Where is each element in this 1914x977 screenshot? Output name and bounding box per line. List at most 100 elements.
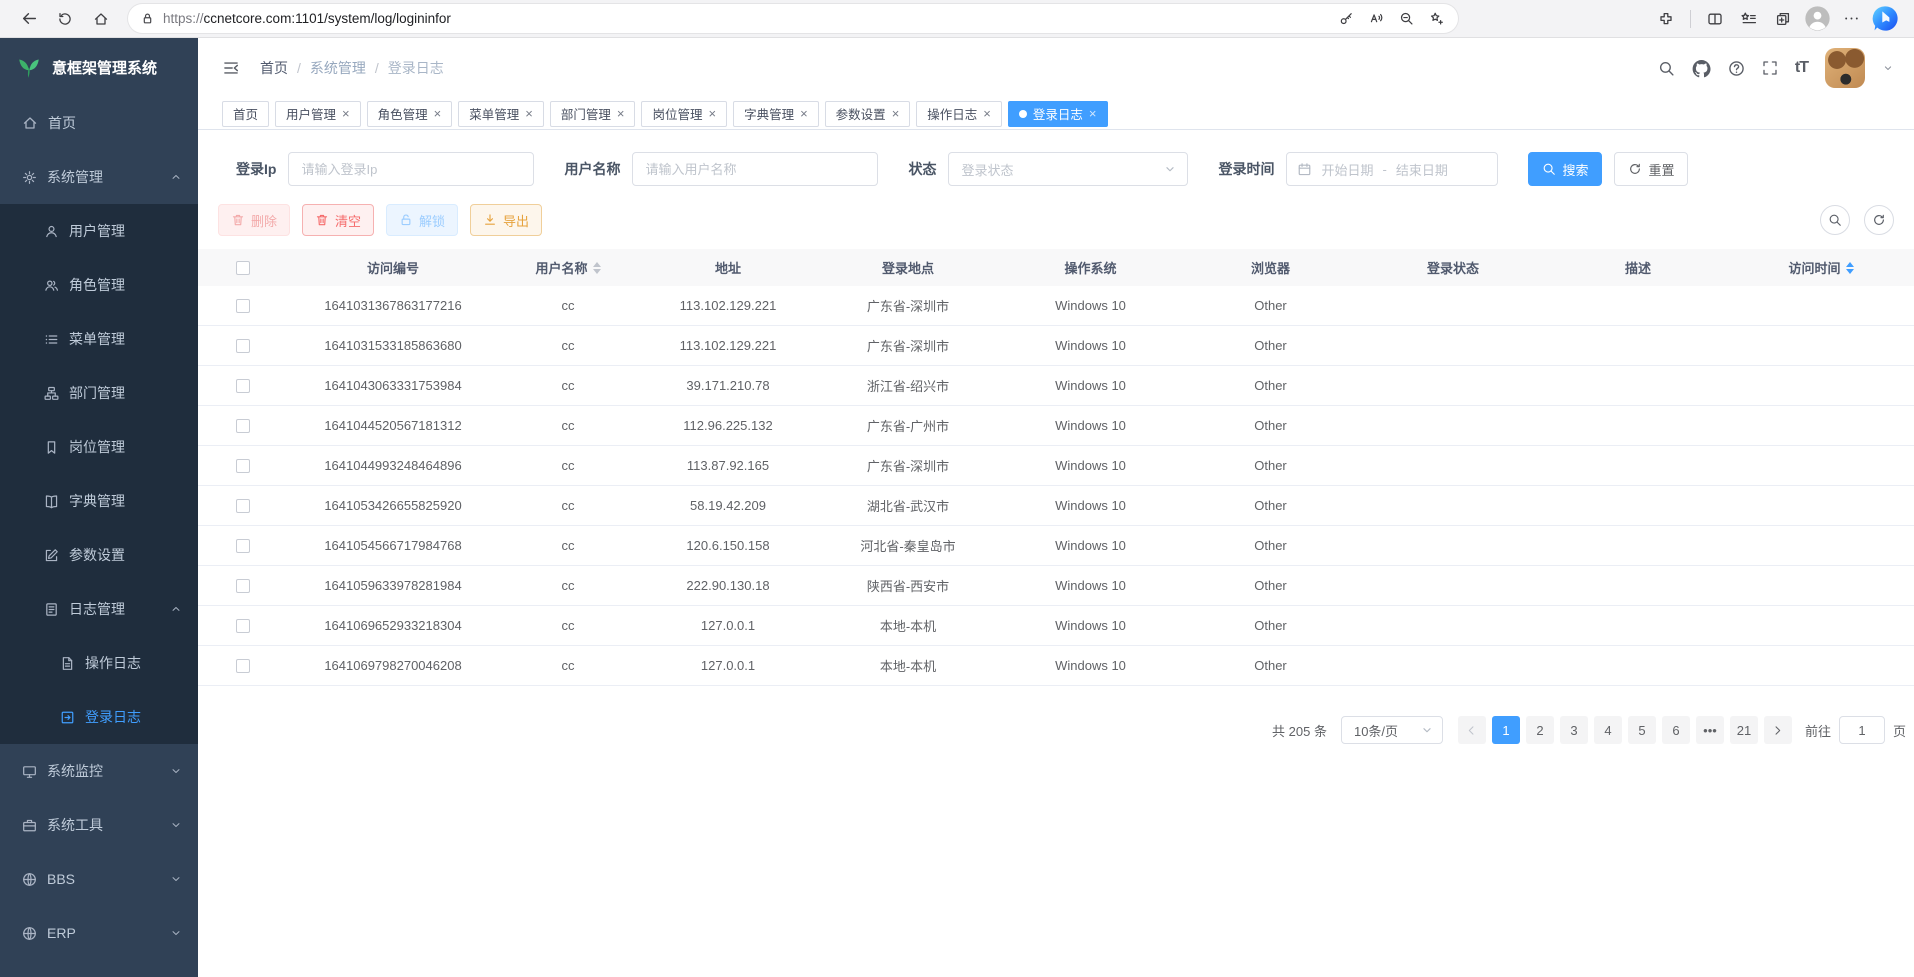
date-range-picker[interactable]: 开始日期 - 结束日期 <box>1286 152 1498 186</box>
password-key-icon[interactable] <box>1332 5 1360 33</box>
more-pages-button[interactable]: ••• <box>1696 716 1724 744</box>
table-row[interactable]: 1641044993248464896cc113.87.92.165广东省-深圳… <box>198 446 1914 486</box>
tab-角色管理[interactable]: 角色管理× <box>367 101 453 127</box>
table-row[interactable]: 1641031533185863680cc113.102.129.221广东省-… <box>198 326 1914 366</box>
browser-refresh-button[interactable] <box>50 4 80 34</box>
close-tab-icon[interactable]: × <box>617 107 625 120</box>
sort-icons[interactable] <box>593 262 601 274</box>
close-tab-icon[interactable]: × <box>342 107 350 120</box>
close-tab-icon[interactable]: × <box>525 107 533 120</box>
read-aloud-icon[interactable] <box>1362 5 1390 33</box>
delete-button[interactable]: 删除 <box>218 204 290 236</box>
sort-icons[interactable] <box>1846 262 1854 274</box>
sidebar-item-operation-log[interactable]: 操作日志 <box>0 636 198 690</box>
tab-字典管理[interactable]: 字典管理× <box>733 101 819 127</box>
tab-用户管理[interactable]: 用户管理× <box>275 101 361 127</box>
sidebar-item-home[interactable]: 首页 <box>0 96 198 150</box>
browser-profile-button[interactable] <box>1802 4 1832 34</box>
sort-desc-icon[interactable] <box>593 269 601 274</box>
row-checkbox[interactable] <box>236 619 250 633</box>
tab-操作日志[interactable]: 操作日志× <box>916 101 1002 127</box>
app-logo[interactable]: 意框架管理系统 <box>0 38 198 96</box>
reset-button[interactable]: 重置 <box>1614 152 1688 186</box>
split-screen-button[interactable] <box>1700 4 1730 34</box>
tab-岗位管理[interactable]: 岗位管理× <box>641 101 727 127</box>
export-button[interactable]: 导出 <box>470 204 542 236</box>
url-text[interactable]: https://ccnetcore.com:1101/system/log/lo… <box>163 11 451 26</box>
sidebar-item-dict-management[interactable]: 字典管理 <box>0 474 198 528</box>
close-tab-icon[interactable]: × <box>983 107 991 120</box>
user-avatar[interactable] <box>1825 48 1865 88</box>
status-select[interactable]: 登录状态 <box>948 152 1188 186</box>
sort-desc-icon[interactable] <box>1846 269 1854 274</box>
sidebar-item-bbs[interactable]: BBS <box>0 852 198 906</box>
help-icon[interactable] <box>1728 60 1745 77</box>
toggle-search-button[interactable] <box>1820 205 1850 235</box>
address-bar[interactable]: https://ccnetcore.com:1101/system/log/lo… <box>128 4 1458 33</box>
sidebar-item-log-management[interactable]: 日志管理 <box>0 582 198 636</box>
sidebar-item-role-management[interactable]: 角色管理 <box>0 258 198 312</box>
fullscreen-icon[interactable] <box>1762 60 1778 76</box>
sort-asc-icon[interactable] <box>593 262 601 267</box>
browser-home-button[interactable] <box>86 4 116 34</box>
sidebar-item-menu-management[interactable]: 菜单管理 <box>0 312 198 366</box>
breadcrumb-system[interactable]: 系统管理 <box>310 58 366 78</box>
clear-button[interactable]: 清空 <box>302 204 374 236</box>
table-row[interactable]: 1641053426655825920cc58.19.42.209湖北省-武汉市… <box>198 486 1914 526</box>
page-button-1[interactable]: 1 <box>1492 716 1520 744</box>
table-row[interactable]: 1641059633978281984cc222.90.130.18陕西省-西安… <box>198 566 1914 606</box>
browser-menu-button[interactable] <box>1836 4 1866 34</box>
sidebar-item-login-log[interactable]: 登录日志 <box>0 690 198 744</box>
column-header[interactable]: 用户名称 <box>498 258 638 277</box>
sort-asc-icon[interactable] <box>1846 262 1854 267</box>
column-header[interactable]: 访问时间 <box>1728 258 1914 277</box>
page-size-select[interactable]: 10条/页 <box>1341 716 1443 744</box>
favorites-button[interactable] <box>1734 4 1764 34</box>
prev-page-button[interactable] <box>1458 716 1486 744</box>
row-checkbox[interactable] <box>236 299 250 313</box>
tab-首页[interactable]: 首页 <box>222 101 269 127</box>
sidebar-item-parameter-settings[interactable]: 参数设置 <box>0 528 198 582</box>
sidebar-item-department-management[interactable]: 部门管理 <box>0 366 198 420</box>
page-button-6[interactable]: 6 <box>1662 716 1690 744</box>
close-tab-icon[interactable]: × <box>708 107 716 120</box>
table-row[interactable]: 1641069798270046208cc127.0.0.1本地-本机Windo… <box>198 646 1914 686</box>
row-checkbox[interactable] <box>236 419 250 433</box>
avatar-caret-icon[interactable] <box>1882 62 1894 74</box>
tab-菜单管理[interactable]: 菜单管理× <box>458 101 544 127</box>
sidebar-item-system-tools[interactable]: 系统工具 <box>0 798 198 852</box>
sidebar-item-system-management[interactable]: 系统管理 <box>0 150 198 204</box>
sidebar-item-erp[interactable]: ERP <box>0 906 198 960</box>
row-checkbox[interactable] <box>236 499 250 513</box>
site-lock-icon[interactable] <box>140 11 155 26</box>
table-row[interactable]: 1641044520567181312cc112.96.225.132广东省-广… <box>198 406 1914 446</box>
collections-button[interactable] <box>1768 4 1798 34</box>
breadcrumb-home[interactable]: 首页 <box>260 58 288 78</box>
font-size-icon[interactable]: tT <box>1795 59 1808 77</box>
table-row[interactable]: 1641069652933218304cc127.0.0.1本地-本机Windo… <box>198 606 1914 646</box>
next-page-button[interactable] <box>1764 716 1792 744</box>
collapse-menu-icon[interactable] <box>222 59 240 77</box>
close-tab-icon[interactable]: × <box>800 107 808 120</box>
header-search-icon[interactable] <box>1658 60 1675 77</box>
page-button-4[interactable]: 4 <box>1594 716 1622 744</box>
sidebar-item-system-monitor[interactable]: 系统监控 <box>0 744 198 798</box>
github-icon[interactable] <box>1692 59 1711 78</box>
tab-登录日志[interactable]: 登录日志× <box>1008 101 1108 127</box>
username-input[interactable] <box>632 152 878 186</box>
row-checkbox[interactable] <box>236 659 250 673</box>
row-checkbox[interactable] <box>236 379 250 393</box>
page-button-2[interactable]: 2 <box>1526 716 1554 744</box>
browser-back-button[interactable] <box>14 4 44 34</box>
row-checkbox[interactable] <box>236 459 250 473</box>
sidebar-item-post-management[interactable]: 岗位管理 <box>0 420 198 474</box>
refresh-table-button[interactable] <box>1864 205 1894 235</box>
search-button[interactable]: 搜索 <box>1528 152 1602 186</box>
goto-page-input[interactable] <box>1839 716 1885 744</box>
row-checkbox[interactable] <box>236 539 250 553</box>
sidebar-item-user-management[interactable]: 用户管理 <box>0 204 198 258</box>
extensions-button[interactable] <box>1651 4 1681 34</box>
close-tab-icon[interactable]: × <box>892 107 900 120</box>
tab-参数设置[interactable]: 参数设置× <box>825 101 911 127</box>
tab-部门管理[interactable]: 部门管理× <box>550 101 636 127</box>
